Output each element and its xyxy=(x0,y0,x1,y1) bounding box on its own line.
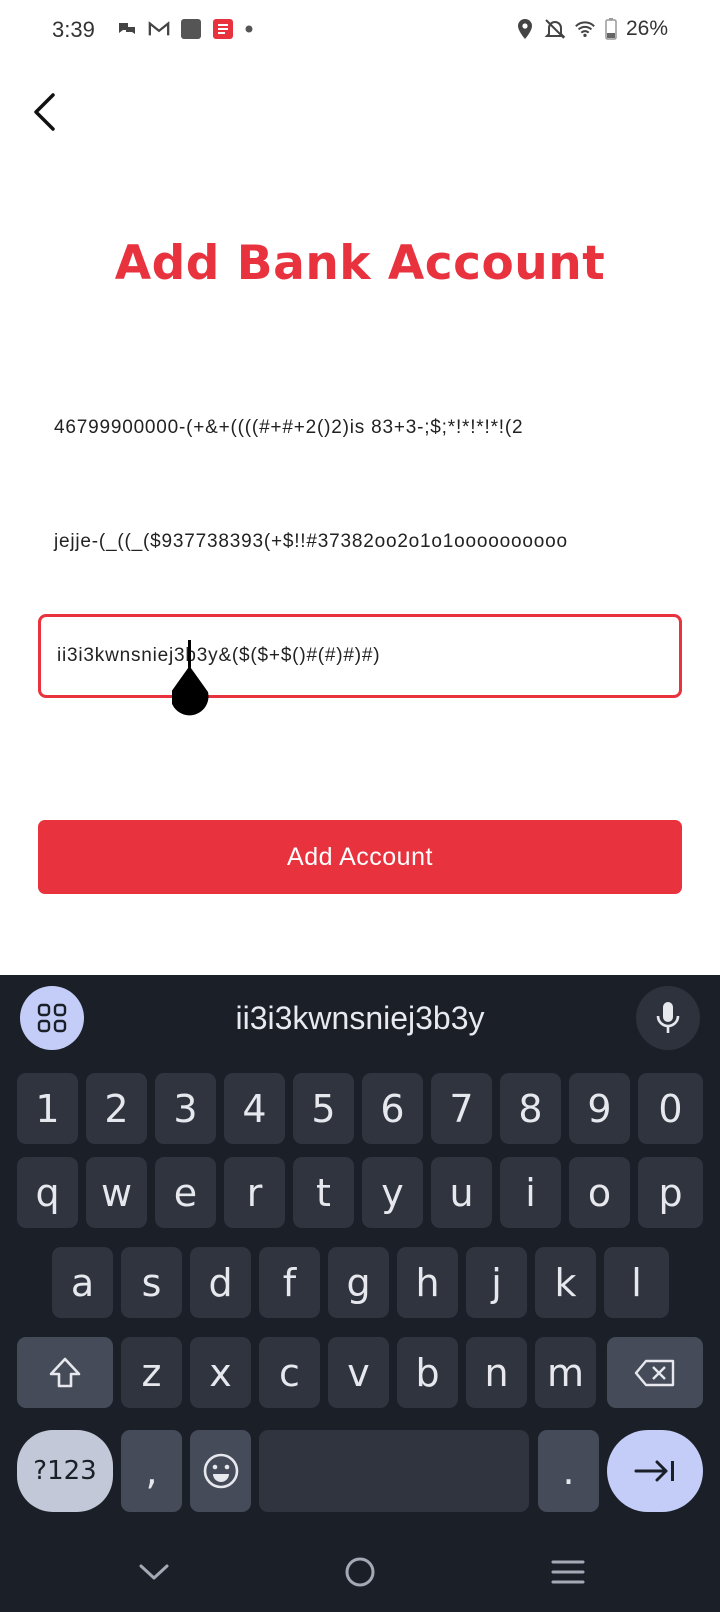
account-name-field[interactable]: jejje-(_((_($937738393(+$!!#37382oo2o1o1… xyxy=(38,500,682,584)
key-6[interactable]: 6 xyxy=(362,1073,423,1144)
bank-name-field[interactable]: ii3i3kwnsniej3b3y&($($+$()#(#)#)#) xyxy=(38,614,682,698)
key-0[interactable]: 0 xyxy=(638,1073,703,1144)
bell-off-icon xyxy=(544,18,566,40)
tab-next-icon xyxy=(634,1460,674,1482)
key-p[interactable]: p xyxy=(638,1157,703,1228)
add-account-button[interactable]: Add Account xyxy=(38,820,682,894)
keyboard-suggestion[interactable]: ii3i3kwnsniej3b3y xyxy=(0,975,720,1061)
key-i[interactable]: i xyxy=(500,1157,561,1228)
soft-keyboard: ii3i3kwnsniej3b3y 1 2 3 4 5 6 7 8 9 0 q … xyxy=(0,975,720,1612)
key-u[interactable]: u xyxy=(431,1157,492,1228)
key-r[interactable]: r xyxy=(224,1157,285,1228)
key-k[interactable]: k xyxy=(535,1247,596,1318)
nav-home-button[interactable] xyxy=(332,1544,388,1600)
status-time: 3:39 xyxy=(52,17,95,42)
account-number-field[interactable]: 46799900000-(+&+((((#+#+2()2)is 83+3-;$;… xyxy=(38,386,682,470)
key-x[interactable]: x xyxy=(190,1337,251,1408)
key-l[interactable]: l xyxy=(604,1247,669,1318)
text-cursor-handle[interactable] xyxy=(170,640,212,720)
key-j[interactable]: j xyxy=(466,1247,527,1318)
shift-icon xyxy=(49,1357,81,1387)
navigation-bar xyxy=(0,1530,720,1612)
key-s[interactable]: s xyxy=(121,1247,182,1318)
key-b[interactable]: b xyxy=(397,1337,458,1408)
key-v[interactable]: v xyxy=(328,1337,389,1408)
chevron-left-icon xyxy=(34,93,55,131)
page-title: Add Bank Account xyxy=(114,236,606,291)
key-3[interactable]: 3 xyxy=(155,1073,216,1144)
key-h[interactable]: h xyxy=(397,1247,458,1318)
key-y[interactable]: y xyxy=(362,1157,423,1228)
gmail-icon xyxy=(148,18,170,40)
key-4[interactable]: 4 xyxy=(224,1073,285,1144)
key-5[interactable]: 5 xyxy=(293,1073,354,1144)
space-key[interactable] xyxy=(259,1430,529,1512)
location-icon xyxy=(514,18,536,40)
symbols-key[interactable]: ?123 xyxy=(17,1430,113,1512)
status-right-icons: 26% xyxy=(514,17,668,41)
back-button[interactable] xyxy=(24,90,64,134)
enter-key[interactable] xyxy=(607,1430,703,1512)
status-bar: 3:39 26% xyxy=(0,0,720,62)
home-circle-icon xyxy=(345,1557,375,1587)
key-q[interactable]: q xyxy=(17,1157,78,1228)
emoji-key[interactable] xyxy=(190,1430,251,1512)
keyboard-apps-button[interactable] xyxy=(20,986,84,1050)
key-t[interactable]: t xyxy=(293,1157,354,1228)
app-square-icon xyxy=(180,18,202,40)
comma-key[interactable]: , xyxy=(121,1430,182,1512)
key-1[interactable]: 1 xyxy=(17,1073,78,1144)
key-2[interactable]: 2 xyxy=(86,1073,147,1144)
key-8[interactable]: 8 xyxy=(500,1073,561,1144)
nav-menu-button[interactable] xyxy=(540,1544,596,1600)
period-key[interactable]: . xyxy=(538,1430,599,1512)
grid-icon xyxy=(37,1003,67,1033)
status-left-icons xyxy=(116,18,254,40)
menu-icon xyxy=(551,1560,585,1584)
key-o[interactable]: o xyxy=(569,1157,630,1228)
shift-key[interactable] xyxy=(17,1337,113,1408)
app-red-icon xyxy=(212,18,234,40)
key-d[interactable]: d xyxy=(190,1247,251,1318)
chat-icon xyxy=(116,18,138,40)
key-n[interactable]: n xyxy=(466,1337,527,1408)
backspace-icon xyxy=(634,1359,675,1386)
key-e[interactable]: e xyxy=(155,1157,216,1228)
dot-icon xyxy=(244,18,254,40)
keyboard-mic-button[interactable] xyxy=(636,986,700,1050)
key-7[interactable]: 7 xyxy=(431,1073,492,1144)
key-z[interactable]: z xyxy=(121,1337,182,1408)
key-m[interactable]: m xyxy=(535,1337,596,1408)
keyboard-toolbar: ii3i3kwnsniej3b3y xyxy=(0,975,720,1065)
emoji-icon xyxy=(203,1453,238,1489)
key-c[interactable]: c xyxy=(259,1337,320,1408)
key-9[interactable]: 9 xyxy=(569,1073,630,1144)
backspace-key[interactable] xyxy=(607,1337,703,1408)
key-f[interactable]: f xyxy=(259,1247,320,1318)
nav-back-button[interactable] xyxy=(126,1544,182,1600)
key-w[interactable]: w xyxy=(86,1157,147,1228)
key-a[interactable]: a xyxy=(52,1247,113,1318)
wifi-icon xyxy=(574,18,596,40)
chevron-down-icon xyxy=(139,1564,169,1580)
key-g[interactable]: g xyxy=(328,1247,389,1318)
battery-percent: 26% xyxy=(625,17,668,40)
battery-icon xyxy=(604,18,618,40)
microphone-icon xyxy=(656,1002,680,1033)
